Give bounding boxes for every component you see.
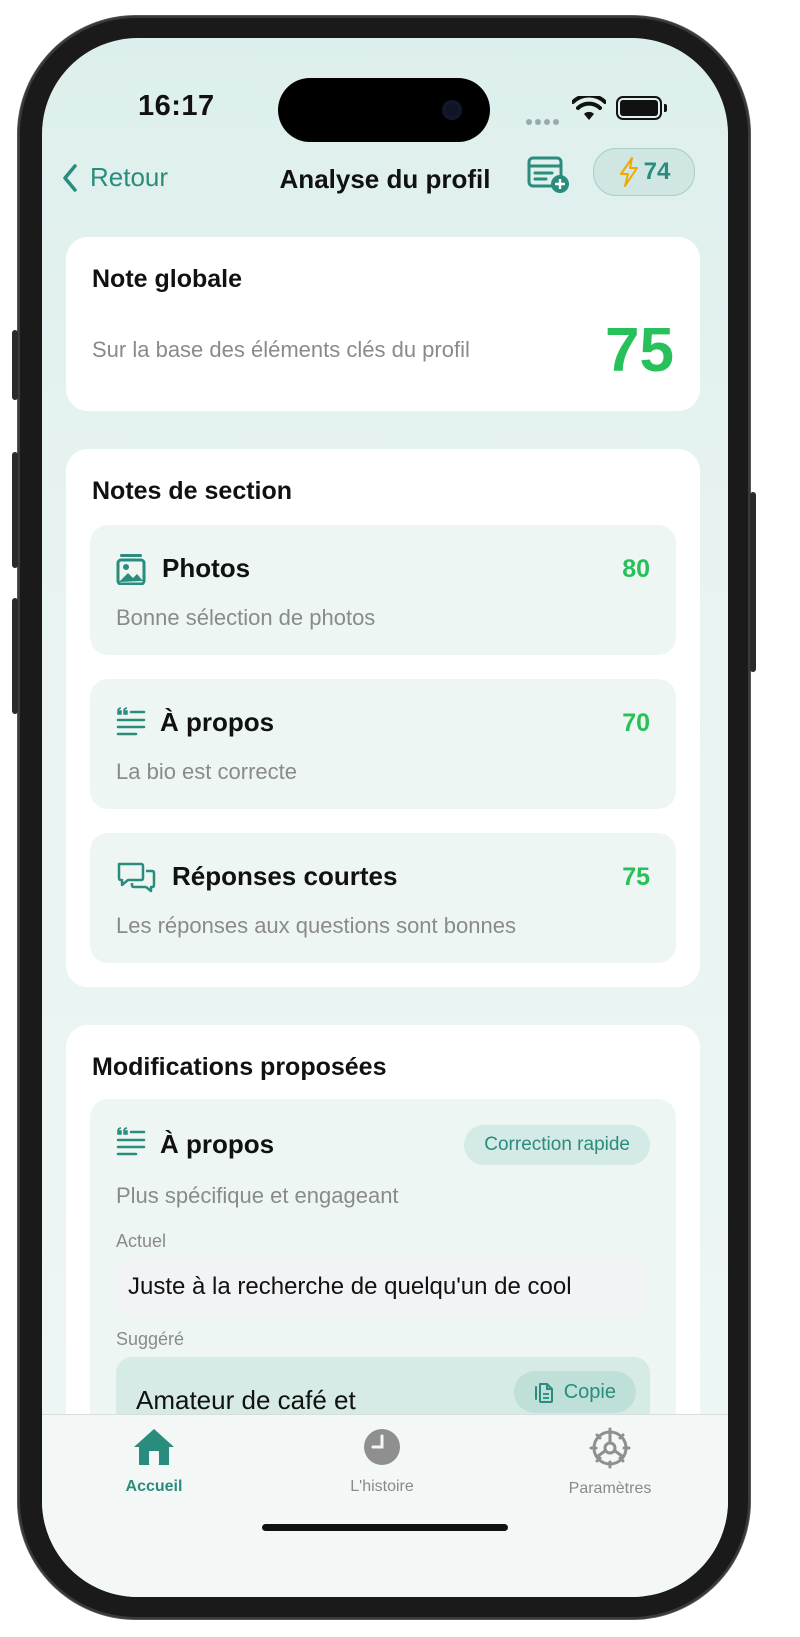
tab-settings[interactable]: Paramètres: [550, 1427, 670, 1498]
wifi-icon: [572, 96, 606, 120]
photo-icon: [116, 554, 146, 585]
quick-fix-chip: Correction rapide: [464, 1125, 650, 1165]
home-icon: [134, 1429, 174, 1465]
gear-icon: [589, 1427, 631, 1469]
current-text: Juste à la recherche de quelqu'un de coo…: [116, 1259, 650, 1315]
suggested-text: Amateur de café et: [136, 1385, 356, 1415]
section-desc: Bonne sélection de photos: [116, 605, 376, 630]
tab-label: Accueil: [125, 1478, 183, 1495]
section-item-photos[interactable]: Photos 80 Bonne sélection de photos: [90, 525, 676, 655]
modification-name: À propos: [160, 1129, 275, 1159]
lightning-icon: [619, 157, 638, 187]
section-score: 80: [622, 555, 650, 583]
copy-icon: [534, 1383, 553, 1403]
section-scores-card: Notes de section Photos 80 Bonne sélecti…: [66, 449, 700, 987]
overall-score: 75: [605, 316, 674, 385]
tab-history[interactable]: L'histoire: [322, 1427, 442, 1496]
text-lines-icon: [116, 707, 146, 736]
home-indicator: [262, 1524, 508, 1531]
section-desc: Les réponses aux questions sont bonnes: [116, 913, 516, 938]
suggested-label: Suggéré: [116, 1329, 185, 1349]
volume-down-button: [12, 598, 18, 714]
overall-title: Note globale: [92, 265, 243, 293]
section-name: À propos: [160, 707, 275, 737]
section-item-about[interactable]: À propos 70 La bio est correcte: [90, 679, 676, 809]
section-desc: La bio est correcte: [116, 759, 297, 784]
section-score: 75: [622, 863, 650, 891]
status-time: 16:17: [138, 90, 215, 122]
modification-item-about: À propos Correction rapide Plus spécifiq…: [90, 1099, 676, 1497]
nav-bar: Retour Analyse du profil 74: [42, 148, 728, 208]
chat-bubbles-icon: [117, 862, 156, 893]
volume-up-button: [12, 452, 18, 568]
modifications-title: Modifications proposées: [92, 1053, 387, 1081]
copy-label: Copie: [563, 1380, 616, 1403]
tab-label: Paramètres: [568, 1480, 652, 1497]
power-button: [750, 492, 756, 672]
credits-badge[interactable]: 74: [593, 148, 695, 196]
section-name: Réponses courtes: [172, 861, 398, 891]
screen: 16:17 Retour Analyse du profil 74 Note g…: [42, 38, 728, 1597]
text-lines-icon: [116, 1127, 146, 1156]
tab-home[interactable]: Accueil: [94, 1427, 214, 1496]
dynamic-island: [278, 78, 490, 142]
action-button: [12, 330, 18, 400]
overall-score-card: Note globale Sur la base des éléments cl…: [66, 237, 700, 411]
add-document-icon[interactable]: [526, 154, 572, 196]
tab-bar: Accueil L'histoire Paramètres: [42, 1414, 728, 1597]
overall-subtitle: Sur la base des éléments clés du profil: [92, 337, 470, 362]
section-name: Photos: [162, 553, 251, 583]
section-item-short-answers[interactable]: Réponses courtes 75 Les réponses aux que…: [90, 833, 676, 963]
signal-icon: [526, 112, 564, 125]
current-label: Actuel: [116, 1231, 167, 1251]
modification-desc: Plus spécifique et engageant: [116, 1183, 399, 1208]
battery-icon: [616, 96, 667, 120]
copy-button[interactable]: Copie: [513, 1371, 636, 1413]
clock-icon: [364, 1429, 400, 1465]
section-score: 70: [622, 709, 650, 737]
phone-frame: 16:17 Retour Analyse du profil 74 Note g…: [12, 16, 756, 1619]
tab-label: L'histoire: [350, 1478, 414, 1495]
section-scores-title: Notes de section: [92, 477, 293, 505]
credits-count: 74: [643, 158, 671, 185]
